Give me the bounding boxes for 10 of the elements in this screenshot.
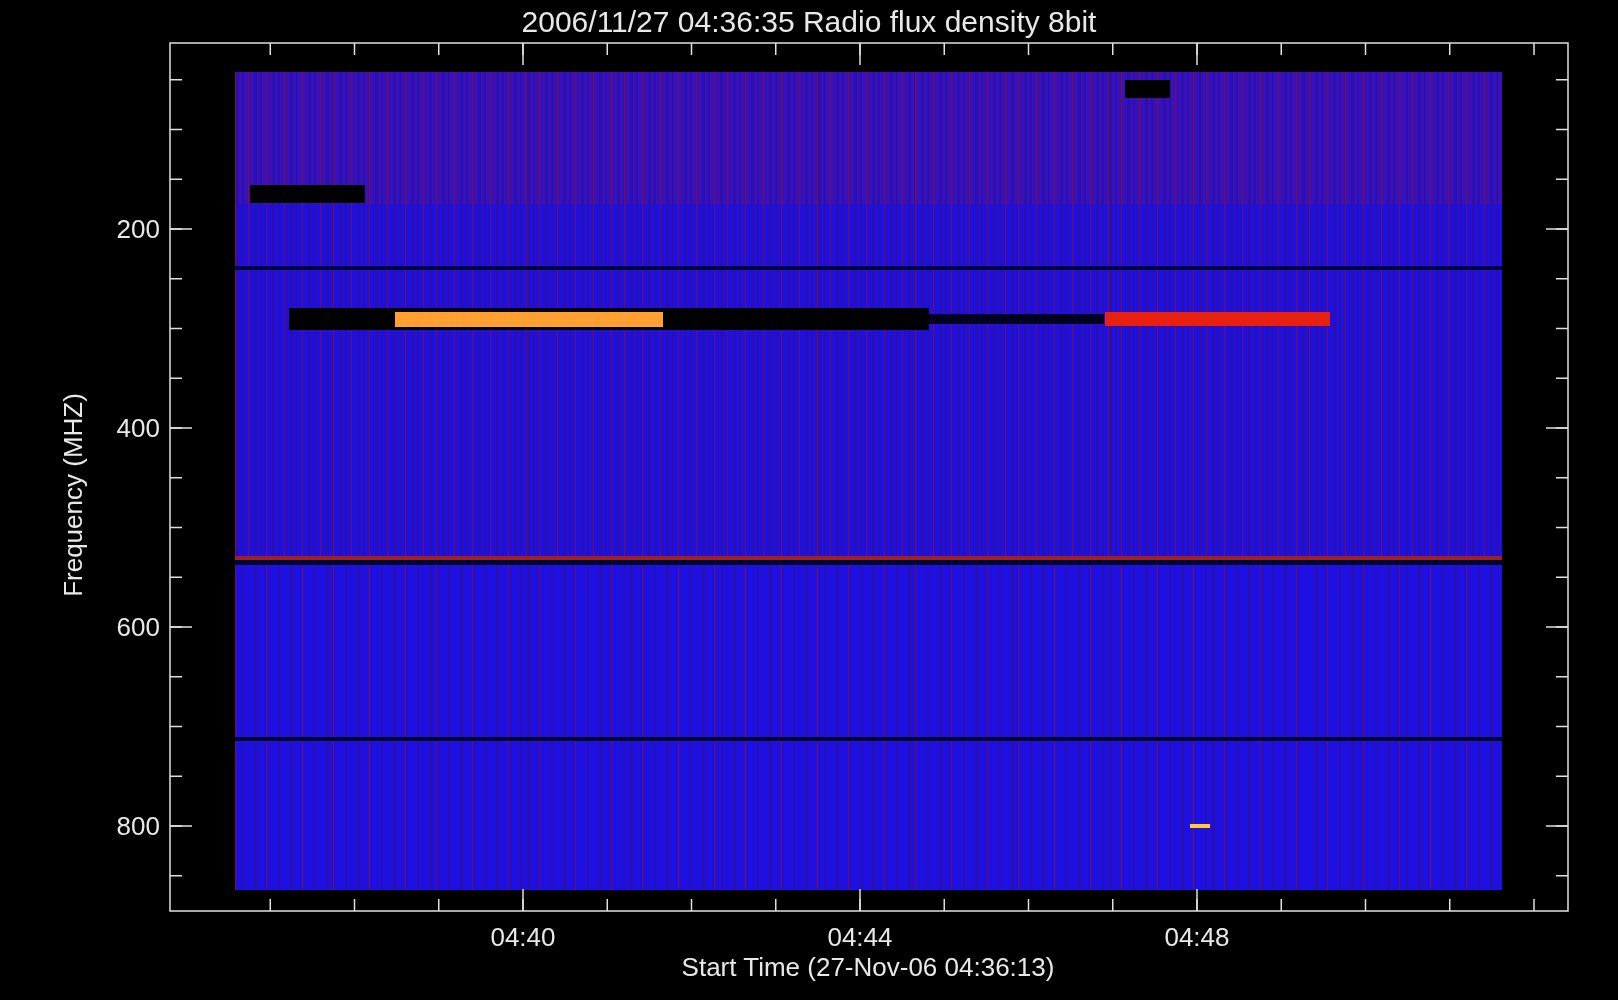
y-axis-label: Frequency (MHZ) xyxy=(58,393,88,597)
y-tick-label: 400 xyxy=(116,413,160,443)
y-tick-label: 200 xyxy=(116,214,160,244)
x-tick-label: 04:40 xyxy=(490,922,556,952)
x-axis-label: Start Time (27-Nov-06 04:36:13) xyxy=(681,952,1055,982)
plot-title: 2006/11/27 04:36:35 Radio flux density 8bit xyxy=(521,5,1097,38)
x-tick-label: 04:44 xyxy=(827,922,893,952)
y-tick-label: 600 xyxy=(116,612,160,642)
x-tick-label: 04:48 xyxy=(1164,922,1230,952)
y-tick-label: 800 xyxy=(116,811,160,841)
